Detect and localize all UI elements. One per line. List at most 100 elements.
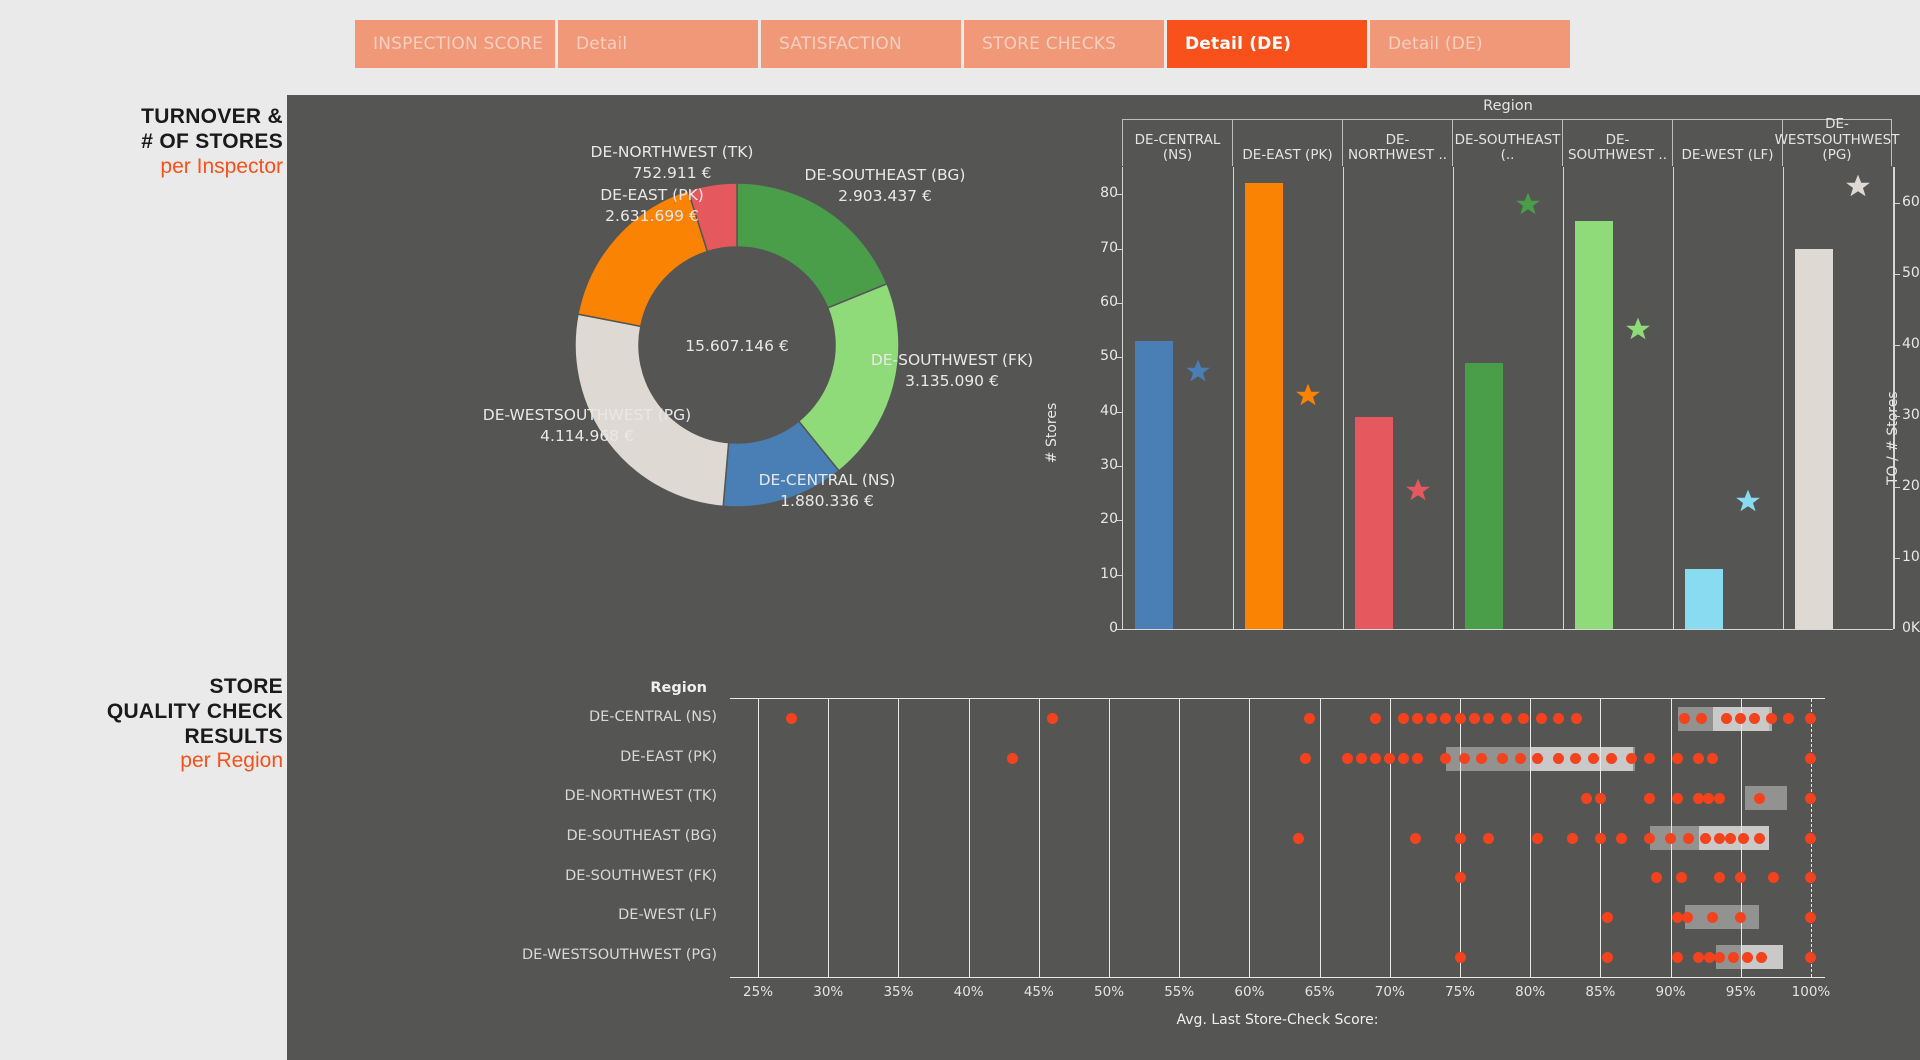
dot-point[interactable] — [1805, 753, 1817, 765]
dot-point[interactable] — [1700, 832, 1712, 844]
dot-point[interactable] — [1342, 753, 1354, 765]
dot-point[interactable] — [1468, 713, 1480, 725]
dot-point[interactable] — [1458, 753, 1470, 765]
dot-point[interactable] — [1714, 792, 1726, 804]
tab-store-checks[interactable]: STORE CHECKS — [964, 20, 1164, 68]
dot-point[interactable] — [1753, 792, 1765, 804]
dot-point[interactable] — [1676, 872, 1688, 884]
dot-point[interactable] — [786, 713, 798, 725]
dot-point[interactable] — [1304, 713, 1316, 725]
dot-point[interactable] — [1356, 753, 1368, 765]
dot-point[interactable] — [1412, 753, 1424, 765]
dot-point[interactable] — [1552, 713, 1564, 725]
bar[interactable] — [1135, 340, 1173, 629]
dot-point[interactable] — [1693, 951, 1705, 963]
dot-point[interactable] — [1569, 753, 1581, 765]
dot-point[interactable] — [1566, 832, 1578, 844]
dot-point[interactable] — [1805, 872, 1817, 884]
dot-point[interactable] — [1398, 753, 1410, 765]
dot-point[interactable] — [1580, 792, 1592, 804]
dot-point[interactable] — [1454, 832, 1466, 844]
dot-point[interactable] — [1552, 753, 1564, 765]
bar[interactable] — [1685, 569, 1723, 629]
star-marker[interactable] — [1845, 173, 1871, 203]
dot-point[interactable] — [1426, 713, 1438, 725]
dot-point[interactable] — [1496, 753, 1508, 765]
dot-point[interactable] — [1531, 753, 1543, 765]
dot-point[interactable] — [1006, 753, 1018, 765]
dot-point[interactable] — [1370, 753, 1382, 765]
dot-point[interactable] — [1384, 753, 1396, 765]
bar[interactable] — [1355, 417, 1393, 629]
dot-point[interactable] — [1805, 713, 1817, 725]
dot-point[interactable] — [1805, 911, 1817, 923]
dot-point[interactable] — [1482, 713, 1494, 725]
dot-point[interactable] — [1735, 872, 1747, 884]
dot-point[interactable] — [1440, 713, 1452, 725]
bar-chart[interactable]: Region DE-CENTRAL (NS) DE-EAST (PK) DE-NOR… — [1044, 95, 1920, 675]
dot-point[interactable] — [1672, 951, 1684, 963]
dot-plot-chart[interactable]: Region Avg. Last Store-Check Score: 25% 3… — [287, 680, 1920, 1060]
dot-point[interactable] — [1594, 792, 1606, 804]
dot-point[interactable] — [1672, 792, 1684, 804]
dot-point[interactable] — [1805, 832, 1817, 844]
dot-point[interactable] — [1707, 753, 1719, 765]
dot-point[interactable] — [1454, 872, 1466, 884]
tab-satisfaction[interactable]: SATISFACTION — [761, 20, 961, 68]
dot-point[interactable] — [1475, 753, 1487, 765]
tab-detail-de-2[interactable]: Detail (DE) — [1370, 20, 1570, 68]
dot-point[interactable] — [1412, 713, 1424, 725]
dot-point[interactable] — [1517, 713, 1529, 725]
dot-point[interactable] — [1644, 753, 1656, 765]
dot-point[interactable] — [1571, 713, 1583, 725]
dot-point[interactable] — [1756, 951, 1768, 963]
tab-detail-de-active[interactable]: Detail (DE) — [1167, 20, 1367, 68]
dot-point[interactable] — [1454, 713, 1466, 725]
dot-point[interactable] — [1714, 951, 1726, 963]
bar[interactable] — [1465, 362, 1503, 629]
dot-point[interactable] — [1601, 951, 1613, 963]
dot-point[interactable] — [1409, 832, 1421, 844]
dot-point[interactable] — [1293, 832, 1305, 844]
dot-point[interactable] — [1728, 951, 1740, 963]
dot-point[interactable] — [1300, 753, 1312, 765]
tab-bar[interactable]: INSPECTION SCORE Detail SATISFACTION STO… — [355, 20, 1570, 68]
dot-point[interactable] — [1665, 832, 1677, 844]
dot-point[interactable] — [1535, 713, 1547, 725]
bar[interactable] — [1575, 221, 1613, 629]
dot-point[interactable] — [1625, 753, 1637, 765]
star-marker[interactable] — [1405, 477, 1431, 507]
dot-point[interactable] — [1742, 951, 1754, 963]
bar[interactable] — [1795, 248, 1833, 629]
dot-point[interactable] — [1714, 872, 1726, 884]
dot-point[interactable] — [1500, 713, 1512, 725]
dot-point[interactable] — [1681, 911, 1693, 923]
star-marker[interactable] — [1735, 488, 1761, 518]
dot-point[interactable] — [1482, 832, 1494, 844]
dot-point[interactable] — [1783, 713, 1794, 725]
dot-point[interactable] — [1594, 832, 1606, 844]
tab-inspection-score[interactable]: INSPECTION SCORE — [355, 20, 555, 68]
dot-point[interactable] — [1805, 951, 1817, 963]
star-marker[interactable] — [1185, 358, 1211, 388]
dot-point[interactable] — [1370, 713, 1382, 725]
bar[interactable] — [1245, 183, 1283, 629]
dot-point[interactable] — [1738, 832, 1750, 844]
dot-point[interactable] — [1693, 753, 1705, 765]
tab-detail[interactable]: Detail — [558, 20, 758, 68]
dot-point[interactable] — [1514, 753, 1526, 765]
dot-point[interactable] — [1651, 872, 1663, 884]
dot-point[interactable] — [1454, 951, 1466, 963]
dot-point[interactable] — [1672, 753, 1684, 765]
dot-point[interactable] — [1753, 832, 1765, 844]
dot-point[interactable] — [1766, 713, 1778, 725]
dot-point[interactable] — [1714, 832, 1726, 844]
donut-chart[interactable]: 15.607.146 € DE-NORTHWEST (TK) 752.911 €… — [287, 95, 1092, 665]
dot-point[interactable] — [1805, 792, 1817, 804]
star-marker[interactable] — [1295, 382, 1321, 412]
dot-point[interactable] — [1725, 832, 1737, 844]
star-marker[interactable] — [1625, 316, 1651, 346]
dot-point[interactable] — [1587, 753, 1599, 765]
dot-point[interactable] — [1531, 832, 1543, 844]
star-marker[interactable] — [1515, 191, 1541, 221]
